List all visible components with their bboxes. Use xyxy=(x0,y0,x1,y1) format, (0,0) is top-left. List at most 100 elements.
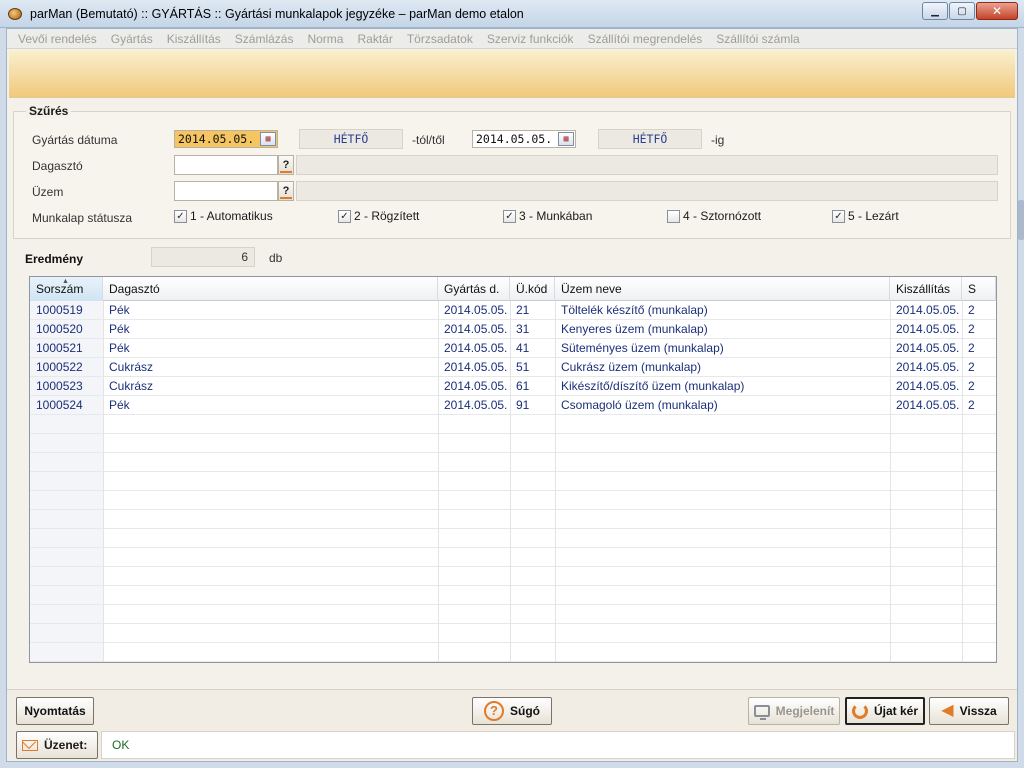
window-controls: ▁ ▢ ✕ xyxy=(922,2,1018,20)
plant-input[interactable] xyxy=(174,181,278,201)
table-cell: 2014.05.05. xyxy=(444,398,508,412)
menu-item[interactable]: Számlázás xyxy=(228,32,301,46)
table-cell: 2014.05.05. xyxy=(896,379,960,393)
checkbox-icon[interactable]: ✓ xyxy=(174,209,187,223)
menu-item[interactable]: Raktár xyxy=(350,32,399,46)
table-cell: Pék xyxy=(109,341,130,355)
sort-ascending-icon: ▲ xyxy=(62,278,69,285)
menu-item[interactable]: Szerviz funkciók xyxy=(480,32,581,46)
table-cell: 1000519 xyxy=(36,303,83,317)
plant-lookup-button[interactable]: ? xyxy=(278,181,294,201)
table-cell: 51 xyxy=(516,360,530,374)
column-header[interactable]: Üzem neve xyxy=(555,277,890,301)
window-edge-handle xyxy=(1018,200,1024,240)
table-cell: 2014.05.05. xyxy=(896,398,960,412)
table-cell: 2014.05.05. xyxy=(896,322,960,336)
table-cell: Pék xyxy=(109,322,130,336)
print-button[interactable]: Nyomtatás xyxy=(16,697,94,725)
plant-name-display xyxy=(296,181,998,201)
table-row xyxy=(30,491,996,510)
close-button[interactable]: ✕ xyxy=(976,2,1018,20)
table-cell: 2014.05.05. xyxy=(896,360,960,374)
table-cell: 2 xyxy=(968,360,975,374)
menu-item[interactable]: Norma xyxy=(300,32,350,46)
calendar-icon[interactable]: ▦ xyxy=(260,132,276,146)
table-cell: Cukrász üzem (munkalap) xyxy=(561,360,702,374)
checkbox-icon[interactable]: ✓ xyxy=(338,209,351,223)
menu-item[interactable]: Törzsadatok xyxy=(400,32,480,46)
status-checkbox[interactable]: ✓ 3 - Munkában xyxy=(503,209,592,223)
table-row[interactable]: 1000519 Pék 2014.05.05. 21 Töltelék készítő … xyxy=(30,301,996,320)
table-row xyxy=(30,453,996,472)
column-divider xyxy=(103,301,104,662)
status-checkbox[interactable]: ✓ 5 - Lezárt xyxy=(832,209,899,223)
table-cell: Pék xyxy=(109,398,130,412)
production-date-label: Gyártás dátuma xyxy=(32,133,118,147)
table-cell: 2 xyxy=(968,398,975,412)
back-button[interactable]: ◀ Vissza xyxy=(929,697,1009,725)
column-divider xyxy=(438,301,439,662)
checkbox-icon[interactable]: ✓ xyxy=(832,209,845,223)
table-cell: 41 xyxy=(516,341,530,355)
table-row xyxy=(30,624,996,643)
table-cell: 21 xyxy=(516,303,530,317)
kneader-input[interactable] xyxy=(174,155,278,175)
date-to-input[interactable]: 2014.05.05. ▦ xyxy=(472,130,576,148)
main-window: Vevői rendelés Gyártás Kiszállítás Számlázá… xyxy=(6,28,1018,762)
status-checkbox[interactable]: 4 - Sztornózott xyxy=(667,209,761,223)
table-row xyxy=(30,415,996,434)
calendar-icon[interactable]: ▦ xyxy=(558,132,574,146)
table-row xyxy=(30,529,996,548)
table-cell: 2 xyxy=(968,322,975,336)
column-divider xyxy=(510,301,511,662)
table-row xyxy=(30,434,996,453)
table-cell: 1000524 xyxy=(36,398,83,412)
menu-item[interactable]: Szállítói számla xyxy=(709,32,806,46)
column-header[interactable]: Kiszállítás xyxy=(890,277,962,301)
column-header[interactable]: Sorszám ▲ xyxy=(30,277,103,301)
menu-item[interactable]: Vevői rendelés xyxy=(11,32,104,46)
kneader-name-display xyxy=(296,155,998,175)
plant-label: Üzem xyxy=(32,185,64,199)
refresh-button[interactable]: Újat kér xyxy=(845,697,925,725)
menu-item[interactable]: Szállítói megrendelés xyxy=(581,32,710,46)
column-header[interactable]: Ü.kód xyxy=(510,277,555,301)
table-row[interactable]: 1000524 Pék 2014.05.05. 91 Csomagoló üzem (m… xyxy=(30,396,996,415)
status-checkbox-label: 4 - Sztornózott xyxy=(683,209,762,223)
envelope-icon xyxy=(22,739,38,751)
status-checkbox[interactable]: ✓ 2 - Rögzített xyxy=(338,209,419,223)
table-row[interactable]: 1000522 Cukrász 2014.05.05. 51 Cukrász üzem … xyxy=(30,358,996,377)
table-cell: 1000522 xyxy=(36,360,83,374)
table-row[interactable]: 1000520 Pék 2014.05.05. 31 Kenyeres üzem (mu… xyxy=(30,320,996,339)
column-header[interactable]: S xyxy=(962,277,996,301)
table-row[interactable]: 1000523 Cukrász 2014.05.05. 61 Kikészítő/dís… xyxy=(30,377,996,396)
table-row xyxy=(30,605,996,624)
menu-bar: Vevői rendelés Gyártás Kiszállítás Számlázá… xyxy=(7,29,1017,49)
table-row[interactable]: 1000521 Pék 2014.05.05. 41 Süteményes üzem (… xyxy=(30,339,996,358)
refresh-icon xyxy=(851,703,868,719)
from-suffix: -tól/től xyxy=(412,133,445,147)
table-cell: 2014.05.05. xyxy=(444,341,508,355)
table-cell: 2014.05.05. xyxy=(444,303,508,317)
help-button[interactable]: ? Súgó xyxy=(472,697,552,725)
checkbox-icon[interactable]: ✓ xyxy=(503,209,516,223)
table-cell: Kenyeres üzem (munkalap) xyxy=(561,322,708,336)
kneader-lookup-button[interactable]: ? xyxy=(278,155,294,175)
maximize-button[interactable]: ▢ xyxy=(949,2,975,20)
status-checkbox-label: 5 - Lezárt xyxy=(848,209,899,223)
to-suffix: -ig xyxy=(711,133,725,147)
column-header[interactable]: Dagasztó xyxy=(103,277,438,301)
table-cell: Cukrász xyxy=(109,379,154,393)
menu-item[interactable]: Kiszállítás xyxy=(160,32,228,46)
status-checkbox[interactable]: ✓ 1 - Automatikus xyxy=(174,209,273,223)
checkbox-icon[interactable] xyxy=(667,209,680,223)
status-checkbox-label: 3 - Munkában xyxy=(519,209,593,223)
menu-item[interactable]: Gyártás xyxy=(104,32,160,46)
date-from-input[interactable]: 2014.05.05. ▦ xyxy=(174,130,278,148)
filter-group: Szűrés Gyártás dátuma 2014.05.05. ▦ HÉTF… xyxy=(13,104,1011,239)
column-header[interactable]: Gyártás d. xyxy=(438,277,510,301)
minimize-button[interactable]: ▁ xyxy=(922,2,948,20)
show-button[interactable]: Megjelenít xyxy=(748,697,840,725)
results-table[interactable]: Sorszám ▲ Dagasztó Gyártás d. Ü.kód Üzem neve… xyxy=(29,276,997,663)
column-divider xyxy=(890,301,891,662)
